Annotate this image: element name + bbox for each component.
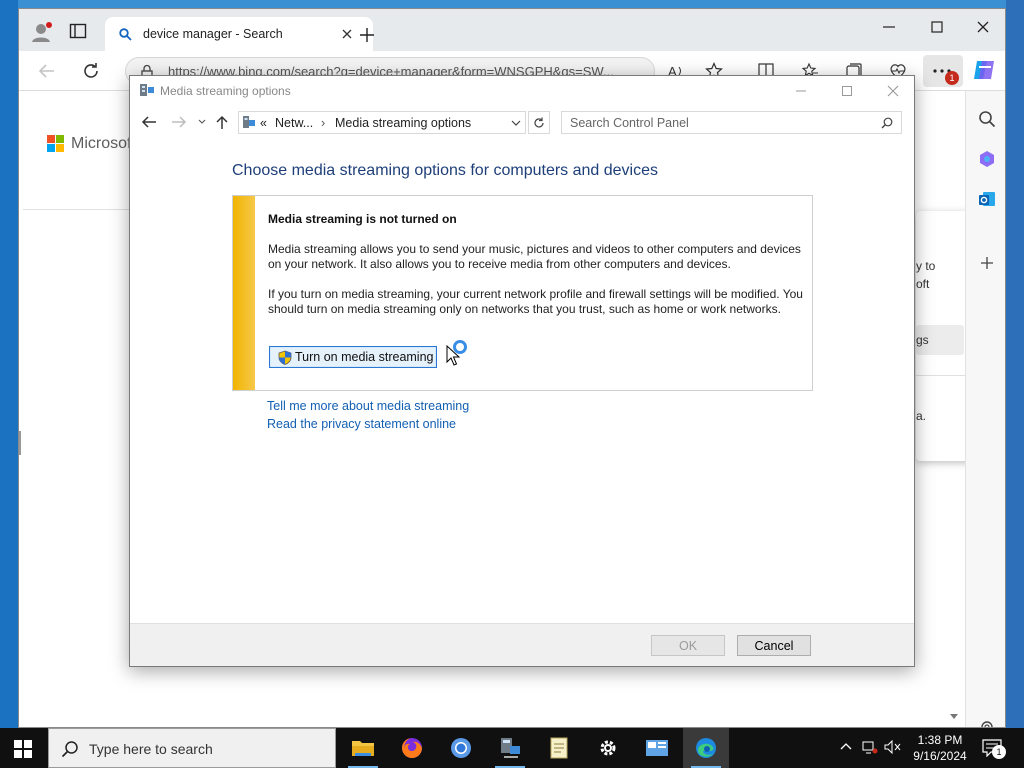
scroll-down-arrow-icon[interactable] bbox=[949, 713, 959, 721]
privacy-statement-link[interactable]: Read the privacy statement online bbox=[267, 417, 456, 431]
taskbar-edge-icon[interactable] bbox=[683, 728, 729, 768]
taskbar-search-icon bbox=[61, 740, 79, 758]
breadcrumb[interactable]: « Netw... › Media streaming options bbox=[238, 111, 526, 134]
tab-bing-search[interactable]: device manager - Search bbox=[105, 17, 373, 51]
maximize-icon[interactable] bbox=[929, 19, 945, 35]
control-panel-breadcrumb-icon bbox=[242, 115, 256, 130]
cancel-button[interactable]: Cancel bbox=[737, 635, 811, 656]
sidebar-outlook-icon[interactable] bbox=[973, 185, 1001, 213]
taskbar-search-placeholder: Type here to search bbox=[89, 741, 213, 757]
taskbar-firefox-icon[interactable] bbox=[389, 728, 435, 768]
turn-on-media-streaming-button[interactable]: Turn on media streaming bbox=[269, 346, 437, 368]
media-streaming-dialog: Media streaming options « Netw... › Medi… bbox=[129, 75, 915, 667]
mouse-cursor-busy-icon bbox=[446, 340, 472, 366]
info-paragraph-2: If you turn on media streaming, your cur… bbox=[268, 287, 803, 316]
system-clock[interactable]: 1:38 PM 9/16/2024 bbox=[900, 732, 980, 764]
recent-locations-chevron-icon[interactable] bbox=[198, 119, 206, 125]
desktop-left-edge bbox=[0, 0, 18, 728]
flyout-text-3: a. bbox=[916, 409, 927, 423]
back-icon[interactable] bbox=[37, 61, 57, 81]
dialog-navigation-bar: « Netw... › Media streaming options Sear… bbox=[130, 106, 914, 138]
learn-more-link[interactable]: Tell me more about media streaming bbox=[267, 399, 469, 413]
sidebar-copilot-icon[interactable] bbox=[973, 145, 1001, 173]
refresh-icon[interactable] bbox=[81, 61, 101, 81]
dialog-footer: OK Cancel bbox=[130, 623, 914, 666]
microsoft-logo-icon bbox=[47, 135, 65, 153]
search-icon[interactable] bbox=[881, 117, 893, 129]
new-tab-icon[interactable] bbox=[359, 27, 375, 43]
sidebar-settings-icon[interactable] bbox=[973, 713, 1001, 727]
notification-badge: 1 bbox=[945, 71, 959, 85]
refresh-button[interactable] bbox=[528, 111, 550, 134]
search-placeholder: Search Control Panel bbox=[570, 116, 689, 130]
ok-button[interactable]: OK bbox=[651, 635, 725, 656]
clock-date: 9/16/2024 bbox=[913, 749, 967, 763]
taskbar-notepad-icon[interactable] bbox=[536, 728, 582, 768]
divider bbox=[23, 209, 143, 210]
flyout-button[interactable]: gs bbox=[916, 325, 964, 355]
flyout-text-1: y to bbox=[916, 259, 936, 273]
taskbar: Type here to search 1:38 PM 9/16/2024 1 bbox=[0, 728, 1024, 768]
dialog-minimize-icon[interactable] bbox=[778, 78, 824, 104]
dialog-close-icon[interactable] bbox=[870, 78, 916, 104]
taskbar-file-explorer-icon[interactable] bbox=[340, 728, 386, 768]
breadcrumb-overflow[interactable]: « bbox=[260, 116, 267, 130]
info-title: Media streaming is not turned on bbox=[268, 212, 457, 226]
refresh-icon bbox=[534, 117, 544, 128]
sidebar-add-icon[interactable] bbox=[973, 249, 1001, 277]
taskbar-settings-gear-icon[interactable] bbox=[585, 728, 631, 768]
minimize-icon[interactable] bbox=[881, 19, 897, 35]
back-arrow-icon[interactable] bbox=[140, 114, 158, 130]
info-paragraph-1: Media streaming allows you to send your … bbox=[268, 242, 801, 271]
flyout-button-label: gs bbox=[916, 333, 929, 347]
notification-count-badge: 1 bbox=[992, 745, 1006, 759]
address-dropdown-chevron-icon[interactable] bbox=[511, 120, 521, 127]
breadcrumb-current[interactable]: Media streaming options bbox=[335, 116, 471, 130]
dialog-maximize-icon[interactable] bbox=[824, 78, 870, 104]
scroll-indicator bbox=[19, 431, 21, 455]
breadcrumb-network[interactable]: Netw... bbox=[275, 116, 313, 130]
turn-on-button-label: Turn on media streaming bbox=[295, 350, 434, 364]
warning-color-bar bbox=[233, 196, 255, 390]
microsoft-brand-text: Microsoft bbox=[71, 135, 136, 152]
up-arrow-icon[interactable] bbox=[214, 114, 230, 130]
taskbar-search-box[interactable]: Type here to search bbox=[48, 728, 336, 768]
show-hidden-icons-chevron-icon[interactable] bbox=[840, 742, 852, 750]
clock-time: 1:38 PM bbox=[917, 733, 963, 747]
action-center-icon[interactable]: 1 bbox=[982, 739, 1006, 759]
browser-titlebar: device manager - Search bbox=[19, 9, 1005, 51]
forward-arrow-icon[interactable] bbox=[170, 114, 188, 130]
page-heading: Choose media streaming options for compu… bbox=[232, 162, 658, 179]
network-tray-icon[interactable] bbox=[862, 740, 878, 754]
profile-avatar-icon[interactable] bbox=[31, 21, 53, 43]
flyout-text-2: oft bbox=[916, 277, 930, 291]
sidebar-search-icon[interactable] bbox=[973, 105, 1001, 133]
close-window-icon[interactable] bbox=[975, 19, 991, 35]
media-streaming-app-icon bbox=[139, 82, 155, 98]
windows-start-icon[interactable] bbox=[14, 740, 32, 758]
copilot-icon[interactable] bbox=[971, 57, 997, 83]
tab-title: device manager - Search bbox=[143, 27, 283, 41]
dialog-title: Media streaming options bbox=[160, 84, 291, 98]
taskbar-chromium-icon[interactable] bbox=[438, 728, 484, 768]
media-streaming-info-box: Media streaming is not turned on Media s… bbox=[232, 195, 813, 391]
control-panel-search-input[interactable]: Search Control Panel bbox=[561, 111, 902, 134]
close-tab-icon[interactable] bbox=[341, 28, 353, 40]
uac-shield-icon bbox=[278, 350, 292, 365]
browser-sidebar bbox=[965, 91, 1005, 727]
taskbar-control-panel-icon[interactable] bbox=[634, 728, 680, 768]
tab-actions-icon[interactable] bbox=[69, 22, 87, 40]
search-icon bbox=[119, 28, 132, 41]
desktop-right-edge bbox=[1006, 0, 1024, 728]
taskbar-network-settings-icon[interactable] bbox=[487, 728, 533, 768]
settings-more-button[interactable]: 1 bbox=[923, 55, 963, 87]
breadcrumb-separator-icon: › bbox=[321, 116, 326, 130]
